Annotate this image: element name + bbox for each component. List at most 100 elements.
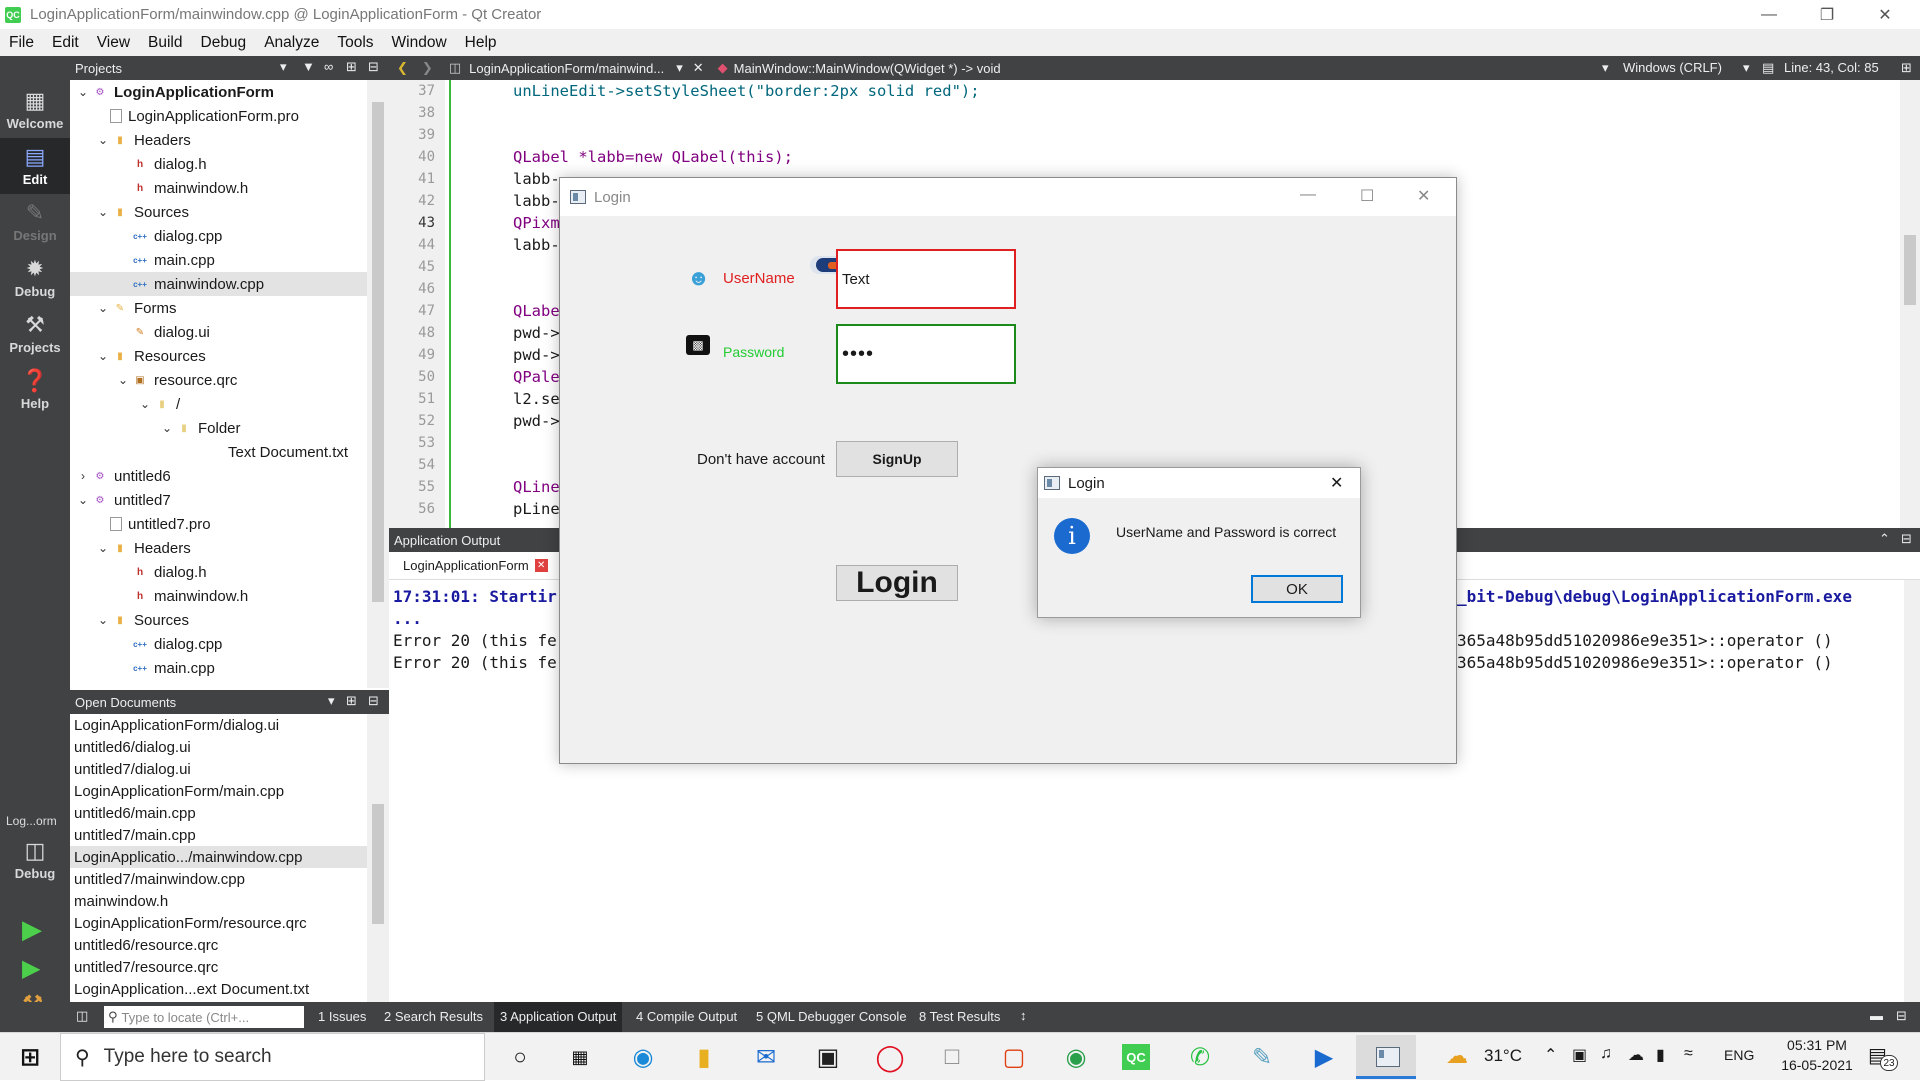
menu-debug[interactable]: Debug <box>192 34 256 52</box>
mode-welcome[interactable]: ▦ Welcome <box>0 82 70 138</box>
tab-search-results[interactable]: 2 Search Results <box>384 1009 483 1024</box>
tree-item-mainwindow-h-2[interactable]: h mainwindow.h <box>132 584 248 608</box>
open-doc-item[interactable]: untitled7/mainwindow.cpp <box>74 868 245 890</box>
clock-date[interactable]: 16-05-2021 <box>1772 1057 1862 1073</box>
windows-start-icon[interactable]: ⊞ <box>14 1041 46 1073</box>
tree-item-sources-2[interactable]: ⌄ ▮ Sources <box>94 608 189 632</box>
menu-file[interactable]: File <box>0 34 43 52</box>
mode-debug[interactable]: ✹ Debug <box>0 250 70 306</box>
chevron-down-icon[interactable]: ⌄ <box>94 301 112 315</box>
tree-item-text-document[interactable]: Text Document.txt <box>228 440 348 464</box>
tree-item-dialog-ui[interactable]: ✎ dialog.ui <box>132 320 210 344</box>
tree-item-mainwindow-h[interactable]: h mainwindow.h <box>132 176 248 200</box>
qt-creator-taskbar-icon[interactable]: QC <box>1122 1044 1150 1070</box>
ok-button[interactable]: OK <box>1251 575 1343 603</box>
login-app-taskbar-button[interactable] <box>1356 1035 1416 1079</box>
tab-issues[interactable]: 1 Issues <box>318 1009 366 1024</box>
split-icon[interactable]: ⊞ <box>346 693 357 709</box>
task-view-icon[interactable]: ▦ <box>564 1041 596 1073</box>
forward-arrow-icon[interactable]: ❯ <box>422 60 433 76</box>
chevron-down-icon[interactable]: ⌄ <box>74 85 92 99</box>
chevron-right-icon[interactable]: › <box>74 469 92 483</box>
split-icon[interactable]: ⊞ <box>346 59 357 75</box>
chevron-down-icon[interactable]: ⌄ <box>94 613 112 627</box>
editor-file-tab[interactable]: LoginApplicationForm/mainwind... <box>469 61 664 76</box>
mode-projects[interactable]: ⚒ Projects <box>0 306 70 362</box>
chevron-down-icon[interactable]: ▾ <box>1602 60 1609 76</box>
open-doc-item[interactable]: LoginApplication...ext Document.txt <box>74 978 309 1000</box>
tab-application-output[interactable]: 3 Application Output <box>494 1002 623 1032</box>
minimize-button[interactable]: — <box>1740 0 1798 29</box>
whatsapp-icon[interactable]: ✆ <box>1184 1041 1216 1073</box>
menu-tools[interactable]: Tools <box>328 34 382 52</box>
tab-compile-output[interactable]: 4 Compile Output <box>636 1009 737 1024</box>
toggle-sidebar-icon[interactable]: ◫ <box>76 1008 88 1024</box>
cortana-icon[interactable]: ○ <box>504 1041 536 1073</box>
chevron-down-icon[interactable]: ⌄ <box>94 133 112 147</box>
run-icon[interactable]: ▶ <box>22 914 42 945</box>
mode-design[interactable]: ✎ Design <box>0 194 70 250</box>
more-tabs-icon[interactable]: ↕ <box>1020 1008 1027 1023</box>
tree-item-root-prefix[interactable]: ⌄ ▮ / <box>136 392 180 416</box>
chevron-down-icon[interactable]: ▾ <box>1743 60 1750 76</box>
restore-button[interactable]: ❐ <box>1798 0 1856 29</box>
tree-item-dialog-cpp-2[interactable]: c++ dialog.cpp <box>132 632 222 656</box>
language-indicator[interactable]: ENG <box>1724 1047 1754 1063</box>
open-doc-item[interactable]: untitled7/dialog.ui <box>74 758 191 780</box>
notepad-icon[interactable]: ✎ <box>1246 1041 1278 1073</box>
chevron-down-icon[interactable]: ▾ <box>280 59 287 75</box>
signup-button[interactable]: SignUp <box>836 441 958 477</box>
menu-edit[interactable]: Edit <box>43 34 88 52</box>
device-icon[interactable]: ▣ <box>1572 1045 1587 1065</box>
office-icon[interactable]: ▢ <box>998 1041 1030 1073</box>
open-doc-item[interactable]: untitled6/main.cpp <box>74 802 196 824</box>
volume-icon[interactable]: ♫ <box>1600 1045 1612 1063</box>
chevron-up-icon[interactable]: ⌃ <box>1544 1045 1557 1065</box>
open-doc-item[interactable]: LoginApplicationForm/main.cpp <box>74 780 284 802</box>
kit-selector[interactable]: ◫ Debug <box>0 832 70 888</box>
username-input[interactable]: Text <box>836 249 1016 309</box>
chevron-down-icon[interactable]: ⌄ <box>94 541 112 555</box>
password-input[interactable]: •••• <box>836 324 1016 384</box>
open-documents-scrollbar[interactable] <box>367 714 389 1002</box>
open-doc-item[interactable]: LoginApplicationForm/resource.qrc <box>74 912 307 934</box>
progress-toggle-icon[interactable]: ▬ <box>1870 1008 1883 1023</box>
scrollbar-thumb[interactable] <box>1904 235 1916 305</box>
open-doc-item[interactable]: LoginApplicationForm/dialog.ui <box>74 714 279 736</box>
store-icon[interactable]: ▣ <box>812 1041 844 1073</box>
close-panel-icon[interactable]: ⊟ <box>368 59 379 75</box>
close-window-button[interactable]: ✕ <box>1856 0 1914 29</box>
mode-edit[interactable]: ▤ Edit <box>0 138 70 194</box>
tree-item-untitled7[interactable]: ⌄ ⚙ untitled7 <box>74 488 171 512</box>
menu-window[interactable]: Window <box>383 34 456 52</box>
tree-item-dialog-h[interactable]: h dialog.h <box>132 152 207 176</box>
tree-item-resource-qrc[interactable]: ⌄ ▣ resource.qrc <box>114 368 237 392</box>
open-doc-item[interactable]: untitled6/dialog.ui <box>74 736 191 758</box>
project-tree-scrollbar[interactable] <box>367 80 389 688</box>
tree-item-resources[interactable]: ⌄ ▮ Resources <box>94 344 206 368</box>
chrome-icon[interactable]: ◉ <box>1060 1041 1092 1073</box>
open-doc-item[interactable]: untitled7/main.cpp <box>74 824 196 846</box>
open-doc-item[interactable]: untitled7/resource.qrc <box>74 956 218 978</box>
back-arrow-icon[interactable]: ❮ <box>397 60 408 76</box>
open-doc-item-selected[interactable]: LoginApplicatio.../mainwindow.cpp <box>74 846 302 868</box>
file-explorer-icon[interactable]: ▮ <box>688 1041 720 1073</box>
tree-item-sources[interactable]: ⌄ ▮ Sources <box>94 200 189 224</box>
editor-scrollbar[interactable] <box>1900 80 1920 528</box>
tree-item-folder[interactable]: ⌄ ▮ Folder <box>158 416 241 440</box>
tab-qml-debugger-console[interactable]: 5 QML Debugger Console <box>756 1009 907 1024</box>
clock-time[interactable]: 05:31 PM <box>1778 1037 1856 1053</box>
menu-build[interactable]: Build <box>139 34 191 52</box>
maximize-pane-icon[interactable]: ⌃ <box>1879 531 1890 547</box>
document-icon[interactable]: □ <box>936 1041 968 1073</box>
tree-item-mainwindow-cpp[interactable]: c++ mainwindow.cpp <box>70 272 367 296</box>
filter-icon[interactable]: ▼ <box>302 59 315 74</box>
close-file-icon[interactable]: ✕ <box>693 60 704 76</box>
wifi-icon[interactable]: ≈ <box>1684 1045 1693 1063</box>
battery-icon[interactable]: ▮ <box>1656 1045 1665 1065</box>
tree-item-dialog-h-2[interactable]: h dialog.h <box>132 560 207 584</box>
tree-item-headers[interactable]: ⌄ ▮ Headers <box>94 128 191 152</box>
chevron-down-icon[interactable]: ▾ <box>328 693 335 709</box>
split-editor-icon[interactable]: ⊞ <box>1901 60 1912 76</box>
output-tab[interactable]: LoginApplicationForm ✕ <box>403 558 548 573</box>
